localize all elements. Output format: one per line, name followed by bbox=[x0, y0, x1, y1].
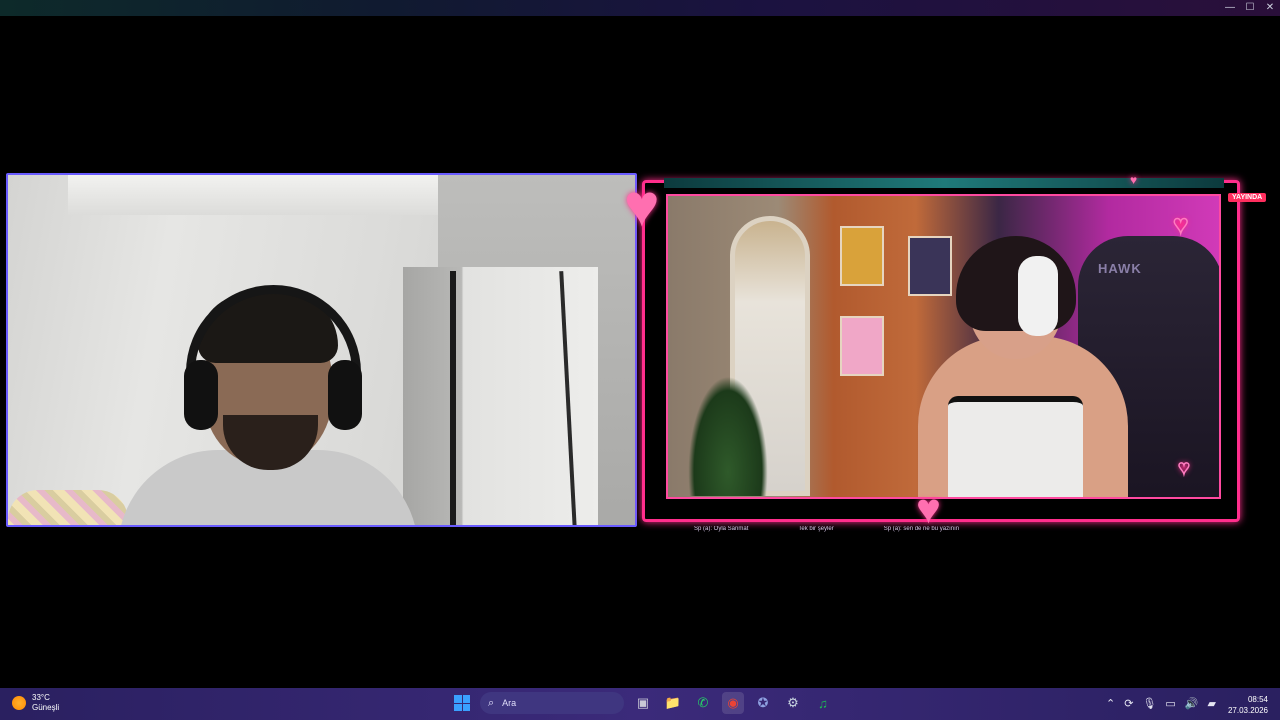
stream-feed-right: HAWK ♥ ♥ ♥ ♥ ♥ YAYINDA Sp (a): Oyla Sanm… bbox=[624, 166, 1267, 532]
microphone-icon[interactable]: 🎙 bbox=[1142, 697, 1156, 710]
windows-start-icon[interactable] bbox=[452, 693, 472, 713]
window-titlebar: — ☐ ✕ bbox=[0, 0, 1280, 16]
whatsapp-icon[interactable]: ✆ bbox=[692, 692, 714, 714]
heart-icon: ♥ bbox=[1177, 457, 1190, 479]
webcam-feed-left bbox=[6, 173, 637, 527]
file-explorer-icon[interactable]: 📁 bbox=[662, 692, 684, 714]
stream-camera: HAWK ♥ ♥ bbox=[666, 194, 1221, 499]
small-heart-icon: ♥ bbox=[1130, 173, 1138, 187]
weather-condition: Güneşli bbox=[32, 703, 60, 712]
task-view-icon[interactable]: ▣ bbox=[632, 692, 654, 714]
overlay-top-bar bbox=[664, 178, 1224, 188]
video-stage: HAWK ♥ ♥ ♥ ♥ ♥ YAYINDA Sp (a): Oyla Sanm… bbox=[0, 16, 1280, 688]
minimize-button[interactable]: — bbox=[1220, 0, 1240, 16]
chat-message: Sp (a): sen de ne bu yazının bbox=[883, 526, 960, 532]
pixel-heart-icon: ♥ bbox=[916, 485, 941, 532]
system-tray: ⌃ ⟳ 🎙 ▭ 🔊 ▰ bbox=[1106, 697, 1216, 710]
pixel-heart-icon: ♥ bbox=[624, 172, 660, 239]
taskbar-search[interactable]: ⌕ Ara bbox=[480, 692, 624, 714]
live-badge: YAYINDA bbox=[1228, 193, 1267, 202]
spotify-icon[interactable]: ♫ bbox=[812, 692, 834, 714]
streamer-hair bbox=[956, 236, 1076, 331]
display-icon[interactable]: ▭ bbox=[1165, 697, 1175, 710]
ceiling bbox=[68, 175, 488, 215]
maximize-button[interactable]: ☐ bbox=[1240, 0, 1260, 16]
discord-icon[interactable]: ✪ bbox=[752, 692, 774, 714]
chat-message: Tek bir şeyler bbox=[798, 526, 834, 532]
plant bbox=[688, 376, 768, 496]
headphone-cup bbox=[328, 360, 362, 430]
taskbar-center: ⌕ Ara ▣ 📁 ✆ ◉ ✪ ⚙ ♫ bbox=[452, 692, 834, 714]
wardrobe-edge bbox=[450, 271, 456, 525]
chevron-up-icon[interactable]: ⌃ bbox=[1106, 697, 1115, 710]
taskbar: 33°C Güneşli ⌕ Ara ▣ 📁 ✆ ◉ ✪ ⚙ ♫ ⌃ ⟳ 🎙 ▭… bbox=[0, 688, 1280, 720]
taskbar-clock[interactable]: 08:54 27.03.2026 bbox=[1228, 694, 1268, 716]
chat-message: Sp (a): Oyla Sanmat bbox=[694, 526, 749, 532]
wall-poster bbox=[840, 316, 884, 376]
search-icon: ⌕ bbox=[488, 696, 495, 709]
headset-icon bbox=[1018, 256, 1058, 336]
close-button[interactable]: ✕ bbox=[1260, 0, 1280, 16]
weather-widget[interactable]: 33°C Güneşli bbox=[12, 693, 59, 713]
chat-ticker: Sp (a): Oyla Sanmat Tek bir şeyler Sp (a… bbox=[694, 526, 1224, 536]
clock-time: 08:54 bbox=[1247, 695, 1268, 704]
volume-icon[interactable]: 🔊 bbox=[1185, 697, 1199, 710]
heart-icon: ♥ bbox=[1172, 209, 1189, 239]
chrome-icon[interactable]: ◉ bbox=[722, 692, 744, 714]
headphone-cup bbox=[184, 360, 218, 430]
sun-icon bbox=[12, 696, 26, 710]
streamer-top bbox=[948, 396, 1083, 497]
clock-date: 27.03.2026 bbox=[1227, 706, 1268, 715]
wall-poster bbox=[840, 226, 884, 286]
weather-temp: 33°C bbox=[32, 693, 50, 702]
wall-poster bbox=[908, 236, 952, 296]
sync-icon[interactable]: ⟳ bbox=[1124, 697, 1133, 710]
chair-brand: HAWK bbox=[1098, 261, 1142, 276]
pillow bbox=[8, 490, 128, 525]
search-placeholder: Ara bbox=[502, 698, 517, 708]
steam-icon[interactable]: ⚙ bbox=[782, 692, 804, 714]
battery-icon[interactable]: ▰ bbox=[1208, 697, 1216, 710]
